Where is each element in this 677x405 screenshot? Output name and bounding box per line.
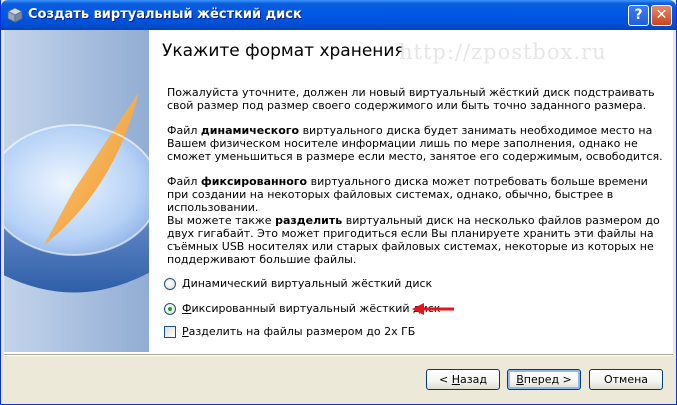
back-button-mnemonic: Н: [451, 373, 461, 386]
wizard-content: Укажите формат хранения http://zpostbox.…: [4, 30, 673, 354]
dynamic-disk-radio[interactable]: [164, 278, 176, 290]
next-button-mnemonic: В: [516, 373, 524, 386]
split-files-mnemonic: Р: [182, 325, 189, 338]
dynamic-paragraph: Файл динамического виртуального диска бу…: [167, 124, 667, 163]
dynamic-disk-label[interactable]: Динамический виртуальный жёсткий диск: [182, 277, 432, 290]
next-button[interactable]: Вперед >: [507, 369, 581, 390]
cancel-button[interactable]: Отмена: [589, 369, 663, 390]
fixed-disk-label-text: иксированный виртуальный жёсткий диск: [191, 302, 441, 315]
intro-paragraph: Пожалуйста уточните, должен ли новый вир…: [167, 86, 667, 112]
dynamic-disk-label-text: инамический виртуальный жёсткий диск: [190, 277, 433, 290]
fixed-text-bold: фиксированного: [200, 175, 308, 188]
hard-disk-illustration: [4, 30, 149, 352]
button-separator: [4, 354, 673, 356]
dynamic-text-bold: динамического: [200, 124, 300, 137]
watermark: http://zpostbox.ru: [399, 40, 607, 64]
fixed-disk-radio[interactable]: [164, 303, 176, 315]
back-button-post: азад: [460, 373, 487, 386]
next-button-post: перед >: [523, 373, 572, 386]
split-files-checkbox[interactable]: [164, 326, 176, 338]
fixed-paragraph: Файл фиксированного виртуального диска м…: [167, 175, 667, 214]
wizard-window: Создать виртуальный жёсткий диск ? ✕ Ука…: [0, 0, 677, 405]
fixed-disk-label[interactable]: Фиксированный виртуальный жёсткий диск: [182, 302, 440, 315]
window-title: Создать виртуальный жёсткий диск: [28, 7, 302, 22]
split-files-label-text: азделить на файлы размером до 2х ГБ: [188, 325, 416, 338]
dynamic-disk-mnemonic: Д: [182, 277, 191, 290]
dynamic-text-pre: Файл: [167, 124, 201, 137]
virtualbox-icon: [7, 7, 23, 23]
page-title: Укажите формат хранения: [162, 41, 405, 61]
split-files-label[interactable]: Разделить на файлы размером до 2х ГБ: [182, 325, 415, 338]
back-button[interactable]: < Назад: [426, 369, 500, 390]
title-bar[interactable]: Создать виртуальный жёсткий диск ? ✕: [1, 0, 676, 30]
red-arrow-icon: [412, 303, 454, 315]
split-text-pre: Вы можете также: [167, 214, 276, 227]
fixed-text-pre: Файл: [167, 175, 201, 188]
close-button[interactable]: ✕: [651, 5, 672, 26]
split-paragraph: Вы можете также разделить виртуальный ди…: [167, 214, 667, 266]
help-button[interactable]: ?: [628, 5, 649, 26]
intro-text: Пожалуйста уточните, должен ли новый вир…: [167, 86, 655, 112]
back-button-pre: <: [439, 373, 452, 386]
split-text-bold: разделить: [275, 214, 343, 227]
